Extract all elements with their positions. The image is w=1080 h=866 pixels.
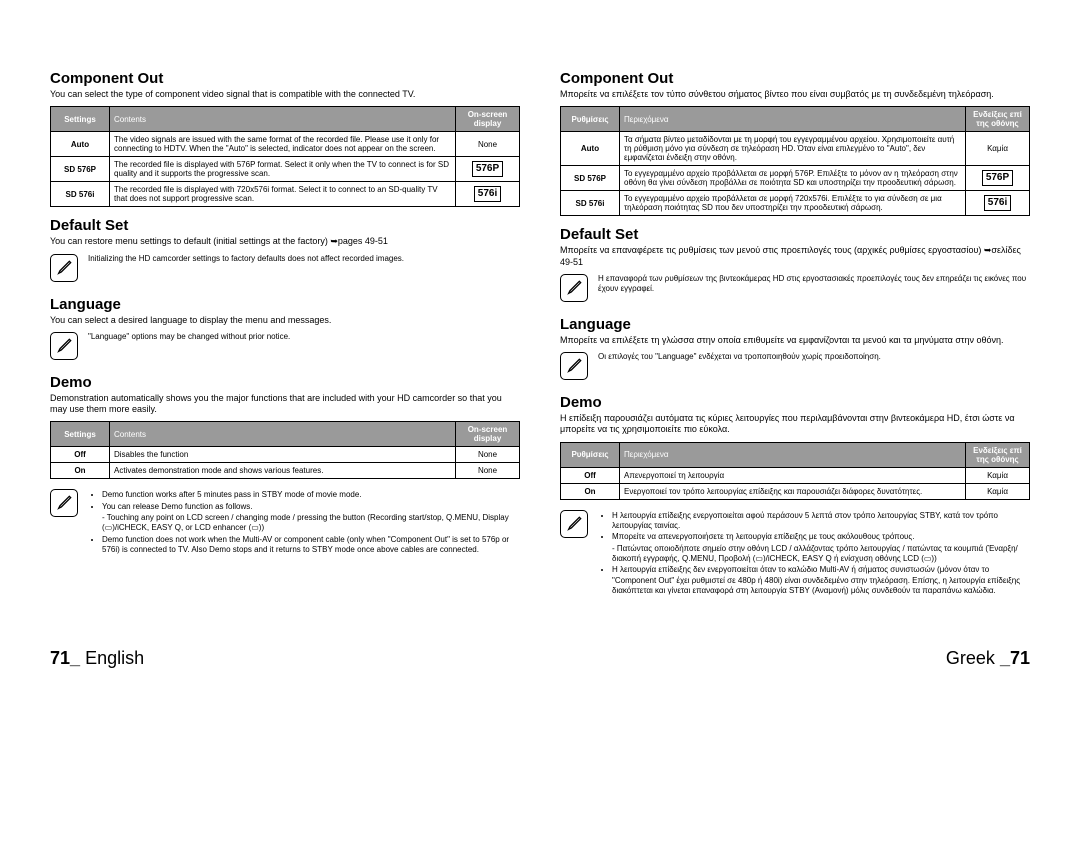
note-language: Οι επιλογές του "Language" ενδέχεται να … <box>560 352 1030 380</box>
note-icon <box>560 274 588 302</box>
osd-576i-icon: 576i <box>456 182 520 207</box>
osd-576p-icon: 576P <box>966 166 1030 191</box>
table-row: On Ενεργοποιεί τον τρόπο λειτουργίας επί… <box>561 483 1030 499</box>
heading-language: Language <box>560 316 1030 333</box>
language-text: You can select a desired language to dis… <box>50 315 520 326</box>
table-row: Off Disables the function None <box>51 447 520 463</box>
heading-language: Language <box>50 296 520 313</box>
default-set-text: Μπορείτε να επαναφέρετε τις ρυθμίσεις τω… <box>560 245 1030 268</box>
table-row: SD 576i The recorded file is displayed w… <box>51 182 520 207</box>
note-icon <box>50 332 78 360</box>
note-text: "Language" options may be changed withou… <box>88 332 520 342</box>
note-language: "Language" options may be changed withou… <box>50 332 520 360</box>
note-icon <box>50 254 78 282</box>
footer-lang-left: English <box>85 648 144 668</box>
component-out-table: Settings Contents On-screen display Auto… <box>50 106 520 207</box>
demo-text: Demonstration automatically shows you th… <box>50 393 520 416</box>
note-icon <box>560 352 588 380</box>
right-column: Component Out Μπορείτε να επιλέξετε τον … <box>560 60 1030 612</box>
list-item: Demo function does not work when the Mul… <box>102 535 520 556</box>
language-text: Μπορείτε να επιλέξετε τη γλώσσα στην οπο… <box>560 335 1030 346</box>
table-row: Auto Τα σήματα βίντεο μεταδίδονται με τη… <box>561 132 1030 166</box>
heading-component-out: Component Out <box>50 70 520 87</box>
list-item: Η λειτουργία επίδειξης δεν ενεργοποιείτα… <box>612 565 1030 596</box>
table-row: SD 576P The recorded file is displayed w… <box>51 157 520 182</box>
note-default-set: Initializing the HD camcorder settings t… <box>50 254 520 282</box>
list-item: - Touching any point on LCD screen / cha… <box>102 513 520 534</box>
page-number-right: _71 <box>1000 648 1030 668</box>
page-spread: Component Out You can select the type of… <box>0 0 1080 642</box>
note-default-set: Η επαναφορά των ρυθμίσεων της βιντεοκάμε… <box>560 274 1030 302</box>
list-item: Μπορείτε να απενεργοποιήσετε τη λειτουργ… <box>612 532 1030 542</box>
footer-right: Greek _71 <box>946 648 1030 669</box>
note-text: Η λειτουργία επίδειξης ενεργοποιείται αφ… <box>598 510 1030 598</box>
demo-text: Η επίδειξη παρουσιάζει αυτόματα τις κύρι… <box>560 413 1030 436</box>
note-text: Initializing the HD camcorder settings t… <box>88 254 520 264</box>
heading-default-set: Default Set <box>50 217 520 234</box>
heading-component-out: Component Out <box>560 70 1030 87</box>
intro-text: Μπορείτε να επιλέξετε τον τύπο σύνθετου … <box>560 89 1030 100</box>
th-osd: On-screen display <box>456 107 520 132</box>
table-row: On Activates demonstration mode and show… <box>51 463 520 479</box>
intro-text: You can select the type of component vid… <box>50 89 520 100</box>
note-text: Η επαναφορά των ρυθμίσεων της βιντεοκάμε… <box>598 274 1030 295</box>
heading-default-set: Default Set <box>560 226 1030 243</box>
demo-table: Settings Contents On-screen display Off … <box>50 421 520 479</box>
osd-576i-icon: 576i <box>966 191 1030 216</box>
default-set-text: You can restore menu settings to default… <box>50 236 520 247</box>
note-icon <box>50 489 78 517</box>
th-settings: Settings <box>51 107 110 132</box>
table-row: Off Απενεργοποιεί τη λειτουργία Καμία <box>561 467 1030 483</box>
list-item: - Πατώντας οποιοδήποτε σημείο στην οθόνη… <box>612 544 1030 565</box>
left-column: Component Out You can select the type of… <box>50 60 520 612</box>
list-item: Demo function works after 5 minutes pass… <box>102 490 520 500</box>
note-text: Demo function works after 5 minutes pass… <box>88 489 520 556</box>
list-item: Η λειτουργία επίδειξης ενεργοποιείται αφ… <box>612 511 1030 532</box>
demo-table: Ρυθμίσεις Περιεχόμενα Ενδείξεις επί της … <box>560 442 1030 500</box>
heading-demo: Demo <box>560 394 1030 411</box>
page-footer: 71_ English Greek _71 <box>0 642 1080 699</box>
note-demo: Η λειτουργία επίδειξης ενεργοποιείται αφ… <box>560 510 1030 598</box>
th-contents: Contents <box>110 107 456 132</box>
note-text: Οι επιλογές του "Language" ενδέχεται να … <box>598 352 1030 362</box>
table-row: SD 576P Το εγγεγραμμένο αρχείο προβάλλετ… <box>561 166 1030 191</box>
note-demo: Demo function works after 5 minutes pass… <box>50 489 520 556</box>
component-out-table: Ρυθμίσεις Περιεχόμενα Ενδείξεις επί της … <box>560 106 1030 216</box>
note-icon <box>560 510 588 538</box>
list-item: You can release Demo function as follows… <box>102 502 520 512</box>
heading-demo: Demo <box>50 374 520 391</box>
footer-lang-right: Greek <box>946 648 995 668</box>
osd-576p-icon: 576P <box>456 157 520 182</box>
table-row: Auto The video signals are issued with t… <box>51 132 520 157</box>
page-number-left: 71_ <box>50 648 80 668</box>
table-row: SD 576i Το εγγεγραμμένο αρχείο προβάλλετ… <box>561 191 1030 216</box>
footer-left: 71_ English <box>50 648 144 669</box>
